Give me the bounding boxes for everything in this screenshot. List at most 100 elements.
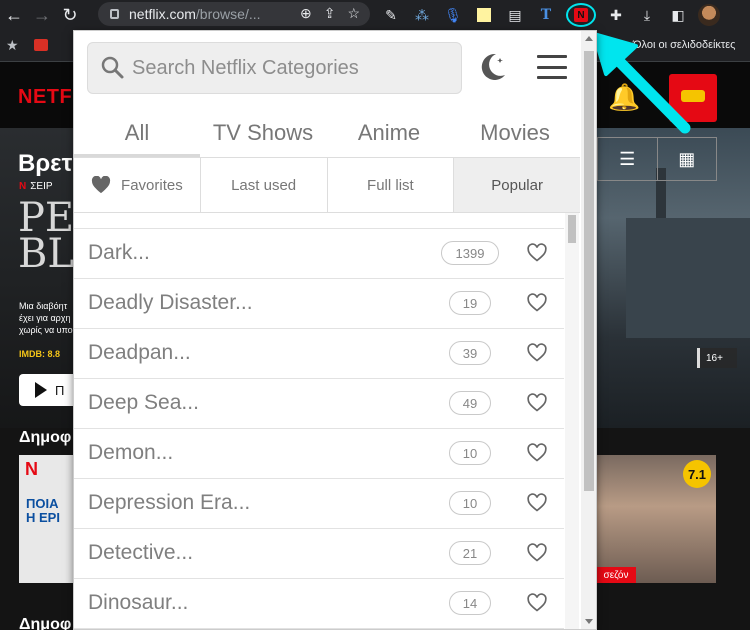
favorite-heart-icon[interactable] — [527, 443, 547, 463]
category-name[interactable]: Deadly Disaster... — [88, 291, 253, 315]
category-name[interactable]: Demon... — [88, 441, 173, 465]
favorite-heart-icon[interactable] — [527, 593, 547, 613]
title-count-badge: 10 — [449, 441, 491, 465]
season-badge: σεζόν — [596, 567, 636, 583]
title-count-badge: 39 — [449, 341, 491, 365]
title-count-badge: 14 — [449, 591, 491, 615]
category-row[interactable]: Dark... 1399 — [74, 229, 564, 279]
tab-tv-shows[interactable]: TV Shows — [200, 115, 326, 157]
heart-filled-icon — [91, 176, 111, 194]
category-name[interactable]: Depression Era... — [88, 491, 250, 515]
download-icon[interactable]: ⤓ — [636, 4, 658, 26]
reader-extension-icon[interactable]: ▤ — [504, 4, 526, 26]
reload-icon[interactable]: ↻ — [56, 1, 84, 29]
category-row[interactable]: Detective... 21 — [74, 529, 564, 579]
forward-icon[interactable]: → — [28, 1, 56, 29]
menu-icon[interactable] — [537, 55, 567, 79]
tab-popular[interactable]: Popular — [454, 158, 580, 212]
imdb-rating: IMDB: 8.8 — [19, 349, 61, 359]
bookmark-folder-icon[interactable] — [34, 39, 48, 51]
row-title-2: Δημοφ — [19, 616, 72, 630]
back-icon[interactable]: ← — [0, 1, 28, 29]
network-extension-icon[interactable]: ⁂ — [411, 4, 433, 26]
pen-extension-icon[interactable]: ✎ — [380, 4, 402, 26]
netflix-n-icon: N — [574, 8, 588, 22]
title-count-badge: 10 — [449, 491, 491, 515]
age-rating-badge: 16+ — [697, 348, 737, 368]
extensions-area: ✎ ⁂ 🎙 ▤ T N ✚ ⤓ ◧ — [380, 3, 720, 27]
microphone-extension-icon[interactable]: 🎙 — [442, 4, 464, 26]
favorite-heart-icon[interactable] — [527, 243, 547, 263]
tab-movies[interactable]: Movies — [452, 115, 578, 157]
category-row[interactable]: Deadpan... 39 — [74, 329, 564, 379]
profile-avatar[interactable] — [698, 4, 720, 26]
grid-view-icon[interactable]: ▦ — [656, 138, 717, 180]
address-url: netflix.com/browse/... — [129, 6, 261, 22]
list-scrollbar-thumb[interactable] — [568, 215, 576, 243]
row-title: Δημοφ — [19, 429, 72, 446]
category-row[interactable]: Deadly Disaster... 19 — [74, 279, 564, 329]
category-name[interactable]: Dark... — [88, 241, 150, 265]
share-icon[interactable]: ⇪ — [324, 5, 336, 22]
list-view-icon[interactable]: ☰ — [598, 138, 657, 180]
zoom-icon[interactable]: ⊕ — [300, 5, 312, 22]
category-row[interactable]: Dinosaur... 14 — [74, 579, 564, 629]
favorite-heart-icon[interactable] — [527, 343, 547, 363]
title-count-badge: 49 — [449, 391, 491, 415]
category-name[interactable]: Deep Sea... — [88, 391, 199, 415]
category-name[interactable]: Deadpan... — [88, 341, 191, 365]
category-row[interactable]: Demon... 10 — [74, 429, 564, 479]
netflix-categories-extension-icon[interactable]: N — [566, 3, 596, 27]
scroll-down-icon[interactable] — [585, 619, 593, 624]
netflix-n-icon: N — [25, 459, 38, 479]
side-panel-icon[interactable]: ◧ — [667, 4, 689, 26]
play-button[interactable]: Π — [19, 374, 79, 406]
browser-toolbar: ← → ↻ netflix.com/browse/... ⊕ ⇪ ☆ ✎ ⁂ 🎙… — [0, 0, 750, 30]
address-bar[interactable]: netflix.com/browse/... ⊕ ⇪ ☆ — [98, 2, 370, 26]
favorite-heart-icon[interactable] — [527, 293, 547, 313]
tab-all[interactable]: All — [74, 115, 200, 157]
list-scrollbar[interactable] — [565, 213, 579, 629]
scroll-up-icon[interactable] — [585, 36, 593, 41]
title-count-badge: 19 — [449, 291, 491, 315]
dark-mode-moon-icon[interactable] — [476, 51, 508, 83]
view-toggle: ☰ ▦ — [597, 137, 717, 181]
popup-scrollbar-thumb[interactable] — [584, 51, 594, 491]
card-title: ΠΟΙΑ Η ΕΡΙ — [26, 496, 60, 525]
lock-icon — [110, 9, 119, 19]
bookmarks-star-icon[interactable]: ★ — [6, 37, 19, 54]
tab-anime[interactable]: Anime — [326, 115, 452, 157]
popup-scrollbar[interactable] — [581, 31, 596, 629]
category-list: Dark... 1399 Deadly Disaster... 19 Deadpan..… — [74, 229, 564, 629]
tab-full-list[interactable]: Full list — [328, 158, 455, 212]
hero-series-tag: N ΣΕΙΡ — [19, 181, 53, 192]
puzzle-extensions-icon[interactable]: ✚ — [605, 4, 627, 26]
title-card-right[interactable]: 7.1 σεζόν — [596, 455, 716, 583]
category-name[interactable]: Detective... — [88, 541, 193, 565]
favorite-heart-icon[interactable] — [527, 493, 547, 513]
rating-badge: 7.1 — [683, 460, 711, 488]
extension-popup: All TV Shows Anime Movies Favorites Last… — [73, 30, 597, 630]
category-row[interactable]: Depression Era... 10 — [74, 479, 564, 529]
play-icon — [35, 382, 47, 398]
category-name[interactable]: Dinosaur... — [88, 591, 188, 615]
tab-favorites[interactable]: Favorites — [74, 158, 201, 212]
search-box — [87, 42, 462, 94]
bookmark-star-icon[interactable]: ☆ — [347, 5, 360, 22]
favorite-heart-icon[interactable] — [527, 393, 547, 413]
category-row[interactable]: Deep Sea... 49 — [74, 379, 564, 429]
note-extension-icon[interactable] — [473, 4, 495, 26]
search-input[interactable] — [132, 56, 452, 80]
favorite-heart-icon[interactable] — [527, 543, 547, 563]
title-card[interactable]: N ΠΟΙΑ Η ΕΡΙ — [19, 455, 75, 583]
hero-description: Μια διαβόητ έχει για αρχη χωρίς να υπο — [19, 301, 73, 335]
list-top-divider — [74, 213, 564, 229]
annotation-arrow-icon — [592, 32, 691, 134]
list-mode-tabs: Favorites Last used Full list Popular — [74, 157, 580, 213]
title-count-badge: 21 — [449, 541, 491, 565]
category-tabs: All TV Shows Anime Movies — [74, 115, 581, 157]
search-icon — [101, 56, 124, 79]
tab-last-used[interactable]: Last used — [201, 158, 328, 212]
hero-title: Βρετ — [18, 150, 73, 177]
text-extension-icon[interactable]: T — [535, 4, 557, 26]
